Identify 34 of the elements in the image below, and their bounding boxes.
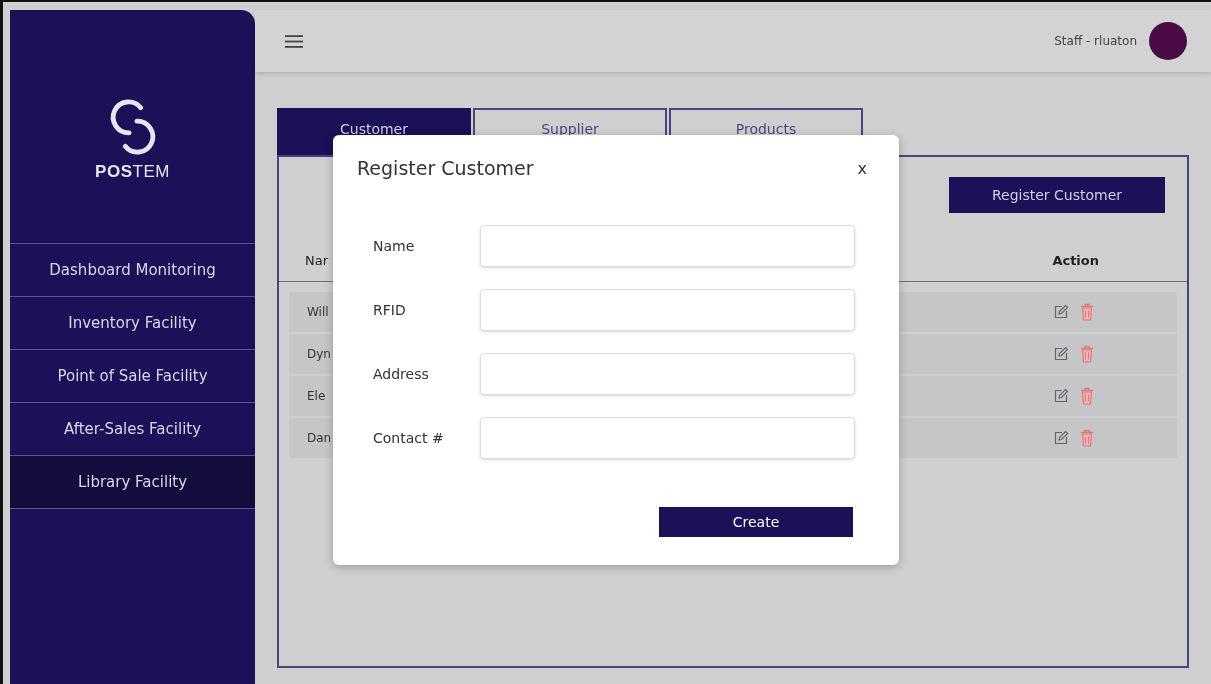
input-field[interactable]	[480, 417, 855, 459]
dialog-title: Register Customer	[357, 157, 534, 179]
input-field[interactable]	[480, 225, 855, 267]
close-button[interactable]: x	[853, 158, 871, 178]
trash-icon[interactable]	[1079, 429, 1095, 447]
edit-icon[interactable]	[1053, 387, 1069, 405]
field-label: Address	[373, 366, 430, 382]
table-cell: Dyn	[307, 347, 331, 361]
sidebar-item[interactable]: Library Facility	[10, 456, 255, 509]
user-name: Staff - rluaton	[1054, 34, 1137, 48]
register-button[interactable]: Register Customer	[949, 177, 1165, 213]
trash-icon[interactable]	[1079, 345, 1095, 363]
field-label: RFID	[373, 302, 407, 318]
table-cell: Dan	[307, 431, 332, 445]
edit-icon[interactable]	[1053, 429, 1069, 447]
table-cell: Will	[307, 305, 329, 319]
edit-icon[interactable]	[1053, 303, 1069, 321]
trash-icon[interactable]	[1079, 387, 1095, 405]
edit-icon[interactable]	[1053, 345, 1069, 363]
sidebar-item[interactable]: Dashboard Monitoring	[10, 244, 255, 297]
input-field[interactable]	[480, 353, 855, 395]
sidebar-item[interactable]: Point of Sale Facility	[10, 350, 255, 403]
field-label: Name	[373, 238, 416, 254]
create-button[interactable]: Create	[659, 507, 853, 537]
trash-icon[interactable]	[1079, 303, 1095, 321]
table-cell: Ele	[307, 389, 326, 403]
sidebar-item[interactable]: Inventory Facility	[10, 297, 255, 350]
column-header: Nar	[305, 252, 329, 268]
avatar[interactable]	[1149, 22, 1187, 60]
input-field[interactable]	[480, 289, 855, 331]
logo-text: POSTEM	[95, 162, 170, 182]
menu-icon[interactable]	[285, 34, 303, 48]
field-label: Contact #	[373, 430, 445, 446]
column-header: Action	[1052, 252, 1099, 268]
